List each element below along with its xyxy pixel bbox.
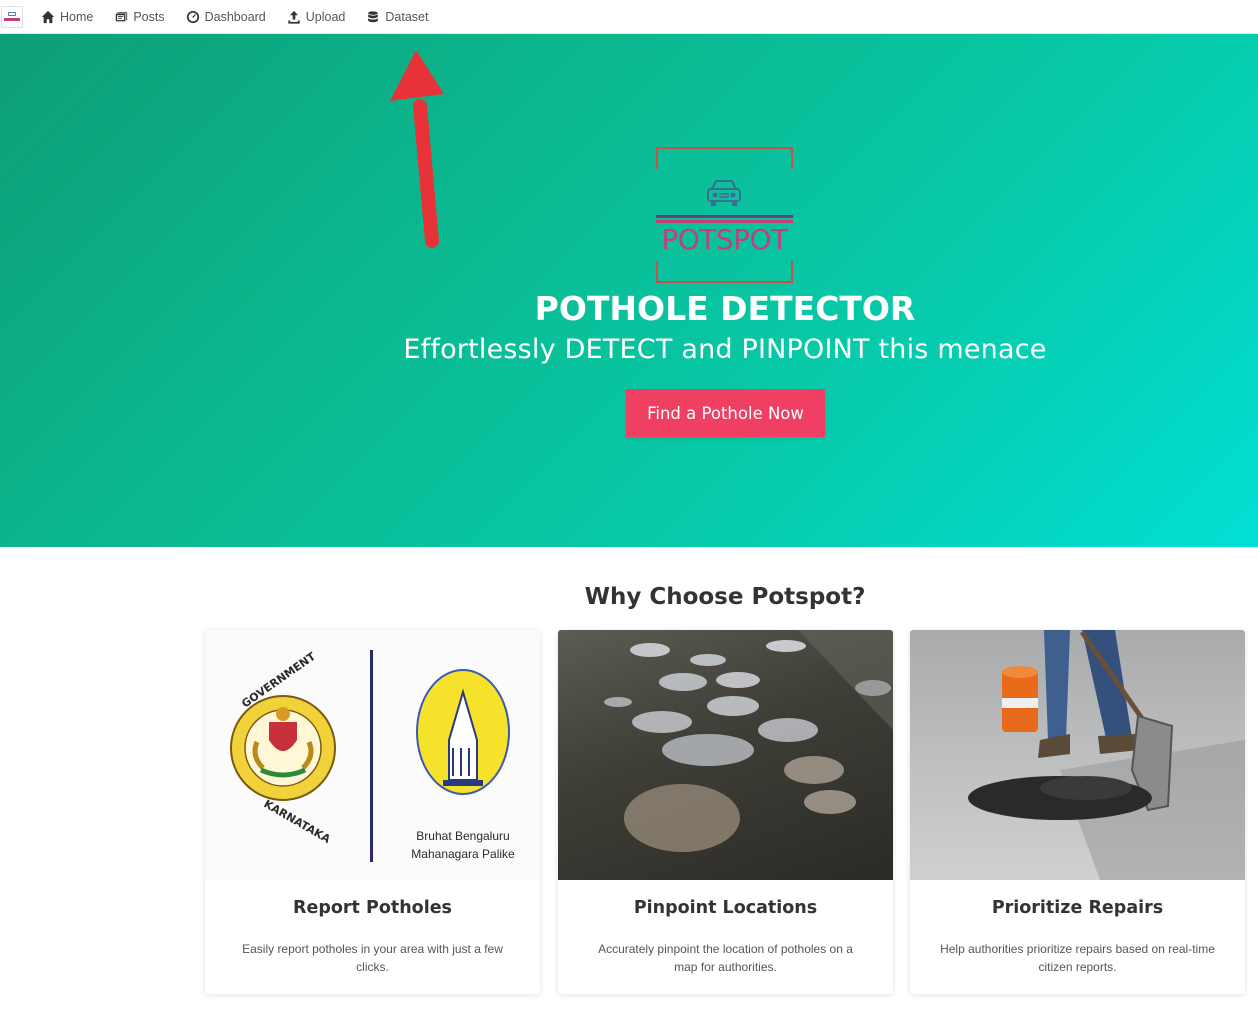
- government-logos-image: GOVERNMENT KARNATAKA Bruhat Bengaluru Ma…: [205, 630, 540, 880]
- find-pothole-button[interactable]: Find a Pothole Now: [626, 389, 825, 437]
- card-title: Pinpoint Locations: [633, 898, 818, 918]
- nav-item-label: Home: [60, 9, 94, 24]
- card-title: Prioritize Repairs: [991, 898, 1164, 918]
- database-icon: [368, 10, 379, 22]
- red-arrow-annotation: [390, 50, 444, 248]
- nav-item-dashboard[interactable]: Dashboard: [186, 10, 266, 24]
- hero-section: POTSPOT POTHOLE DETECTOR Effortlessly DE…: [0, 34, 1258, 547]
- card-description: Help authorities prioritize repairs base…: [940, 942, 1215, 974]
- feature-card-report: GOVERNMENT KARNATAKA Bruhat Bengaluru Ma…: [205, 630, 540, 994]
- hero-subtitle: Effortlessly DETECT and PINPOINT this me…: [403, 334, 1047, 365]
- road-repair-photo: [910, 630, 1245, 880]
- top-navbar: Home Posts Dashboard Upload Dataset: [0, 0, 1258, 34]
- site-logo[interactable]: [1, 5, 23, 28]
- repair-graphic: [968, 630, 1245, 880]
- card-description: Easily report potholes in your area with…: [242, 942, 503, 974]
- brand-logo: POTSPOT: [656, 147, 793, 283]
- bbmp-line1: Bruhat Bengaluru: [416, 829, 509, 843]
- potholes-photo: [558, 630, 893, 880]
- upload-icon: [288, 10, 300, 24]
- feature-card-pinpoint: Pinpoint Locations Accurately pinpoint t…: [558, 630, 893, 994]
- home-icon: [41, 10, 55, 23]
- logos-graphic: GOVERNMENT KARNATAKA Bruhat Bengaluru Ma…: [230, 650, 515, 862]
- dashboard-icon: [186, 10, 199, 23]
- nav-item-label: Dashboard: [204, 9, 266, 24]
- section-title: Why Choose Potspot?: [584, 584, 866, 610]
- card-title: Report Potholes: [293, 898, 452, 918]
- nav-item-label: Posts: [133, 9, 165, 24]
- nav-item-dataset[interactable]: Dataset: [366, 10, 428, 24]
- nav-item-upload[interactable]: Upload: [287, 9, 346, 24]
- svg-text:KARNATAKA: KARNATAKA: [262, 797, 334, 846]
- brand-name: POTSPOT: [661, 223, 788, 256]
- hero-title: POTHOLE DETECTOR: [534, 289, 916, 328]
- bbmp-line2: Mahanagara Palike: [411, 847, 515, 861]
- nav-item-home[interactable]: Home: [41, 10, 93, 24]
- nav-item-posts[interactable]: Posts: [114, 9, 165, 24]
- puddles-graphic: [604, 630, 893, 852]
- nav-item-label: Dataset: [385, 9, 429, 24]
- posts-icon: [116, 11, 128, 21]
- feature-card-prioritize: Prioritize Repairs Help authorities prio…: [910, 630, 1245, 994]
- nav-item-label: Upload: [305, 9, 346, 24]
- car-icon: [707, 180, 741, 206]
- card-description: Accurately pinpoint the location of poth…: [598, 942, 853, 974]
